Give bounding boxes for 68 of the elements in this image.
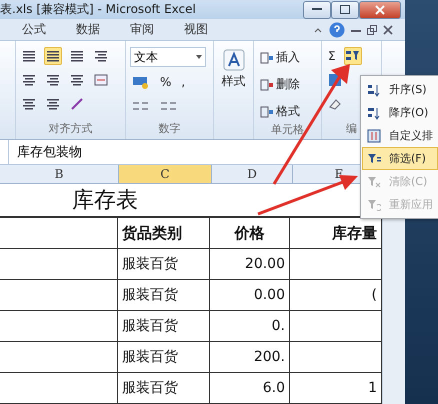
sheet-title: 库存表 <box>72 187 138 215</box>
close-icon <box>383 24 393 35</box>
middle-align-button[interactable] <box>44 47 62 66</box>
increase-indent-icon <box>46 97 60 112</box>
table-cell: 服装百货 <box>118 249 210 279</box>
cells-button[interactable]: 插入 <box>258 47 317 68</box>
ribbon-tab[interactable]: 公式 <box>18 19 50 40</box>
restore-icon <box>367 24 377 35</box>
comma-button[interactable]: , <box>179 73 188 92</box>
table-cell: 6.0 <box>210 373 290 403</box>
window-title: 表.xls [兼容模式] - Microsoft Excel <box>0 1 196 18</box>
insert-cells-icon <box>260 50 274 65</box>
table-cell: 服装百货 <box>118 373 210 403</box>
table-header: 货品类别 <box>118 218 210 248</box>
table-cell: 0. <box>210 311 290 341</box>
sort-descending-icon <box>367 106 381 120</box>
close-icon <box>375 4 385 15</box>
caret-icon <box>196 55 202 60</box>
menu-item[interactable]: 降序(O) <box>362 101 438 124</box>
table-cell: 20.00 <box>210 249 290 279</box>
cells-button[interactable]: 格式 <box>258 101 317 122</box>
align-center-icon <box>46 73 60 88</box>
styles-icon <box>222 49 244 72</box>
delete-cells-icon <box>260 78 274 92</box>
column-header[interactable]: C <box>119 165 212 183</box>
decrease-indent-icon <box>22 97 36 112</box>
minimize-button[interactable] <box>303 0 331 19</box>
custom-sort-icon <box>367 128 381 142</box>
group-label: 对齐方式 <box>48 121 92 138</box>
reapply-filter-icon <box>367 198 381 212</box>
percent-button[interactable]: % <box>158 73 174 92</box>
sort-filter-button[interactable] <box>344 47 362 66</box>
styles-button[interactable]: 样式 <box>218 47 249 92</box>
money-icon <box>132 75 150 90</box>
maximize-button[interactable] <box>331 0 359 19</box>
align-right-icon <box>70 73 84 88</box>
help-icon <box>329 22 345 38</box>
autosum-button[interactable]: Σ <box>326 47 338 66</box>
eraser-icon <box>328 97 342 112</box>
table-cell: 服装百货 <box>118 280 210 310</box>
middle-align-icon <box>46 49 60 64</box>
ribbon-tab[interactable]: 审阅 <box>126 19 158 40</box>
table-cell: 服装百货 <box>118 342 210 372</box>
sort-ascending-icon <box>367 82 381 96</box>
menu-item[interactable]: 筛选(F) <box>362 147 438 170</box>
clear-filter-icon <box>367 174 381 188</box>
number-format-dropdown[interactable]: 文本 <box>130 47 206 68</box>
text-orientation-icon <box>70 97 84 112</box>
merge-cells-icon <box>94 73 108 88</box>
bottom-align-icon <box>70 49 84 64</box>
table-cell: 0.00 <box>210 280 290 310</box>
format-cells-icon <box>260 104 274 119</box>
group-label: 单元格 <box>271 122 304 138</box>
ribbon-tab[interactable]: 视图 <box>180 19 212 40</box>
cells-button[interactable]: 删除 <box>258 74 317 96</box>
table-cell: 200. <box>210 342 290 372</box>
group-label: 编 <box>346 121 357 138</box>
ribbon-tab[interactable]: 数据 <box>72 19 104 40</box>
close-button[interactable] <box>359 0 401 19</box>
filter-icon <box>367 152 381 166</box>
table-cell: 服装百货 <box>118 311 210 341</box>
table-header: 价格 <box>210 218 290 248</box>
align-left-icon <box>22 73 36 88</box>
top-align-icon <box>22 49 36 64</box>
group-label: 数字 <box>158 121 180 138</box>
wrap-text-icon <box>94 49 108 64</box>
menu-item[interactable]: 升序(S) <box>362 78 438 101</box>
maximize-icon <box>340 5 350 14</box>
